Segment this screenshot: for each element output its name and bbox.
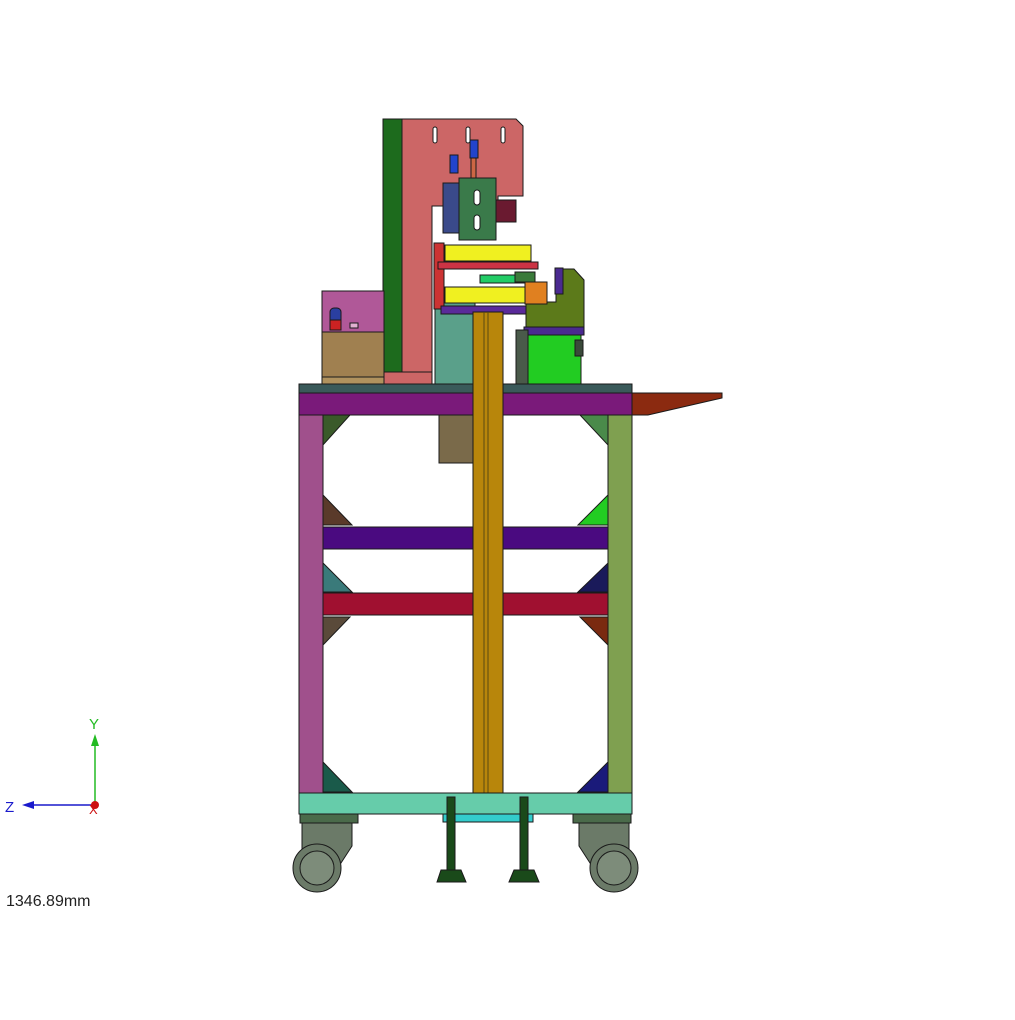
- orange-bracket: [524, 281, 548, 305]
- left-leg: [298, 414, 324, 794]
- orientation-triad: Y Z X: [5, 716, 99, 817]
- axis-z-label: Z: [5, 799, 14, 816]
- crossbar-lower: [322, 592, 609, 616]
- tabletop: [298, 383, 723, 464]
- box-body: [321, 331, 385, 378]
- control-box: [321, 290, 385, 386]
- dark-block: [442, 182, 462, 234]
- cad-viewport[interactable]: Y Z X 1346.89mm: [0, 0, 1015, 1015]
- right-motor-assembly: [514, 267, 585, 386]
- vertical-column: [472, 311, 504, 815]
- yellow-roller-lower: [444, 286, 532, 304]
- indicator-lens: [329, 319, 342, 331]
- right-leg: [607, 414, 633, 794]
- small-switch: [349, 322, 359, 329]
- axis-x-label: X: [89, 802, 98, 817]
- green-strip: [382, 118, 403, 386]
- axis-y-label: Y: [89, 716, 99, 733]
- red-frame: [433, 242, 445, 310]
- green-head: [458, 177, 497, 241]
- base-pad: [383, 371, 433, 386]
- under-bracket: [438, 414, 475, 464]
- blue-fitting-a: [449, 154, 459, 174]
- bright-green-box: [527, 334, 582, 386]
- machine-side-view-drawing: Y Z X: [5, 118, 723, 893]
- scale-label: 1346.89mm: [6, 893, 91, 910]
- base-frame: [298, 792, 633, 824]
- side-tray: [631, 392, 723, 416]
- crossbar-upper: [322, 526, 609, 550]
- blue-fitting-b: [469, 139, 479, 159]
- yellow-roller-upper: [444, 244, 532, 262]
- frame-legs: [298, 414, 633, 794]
